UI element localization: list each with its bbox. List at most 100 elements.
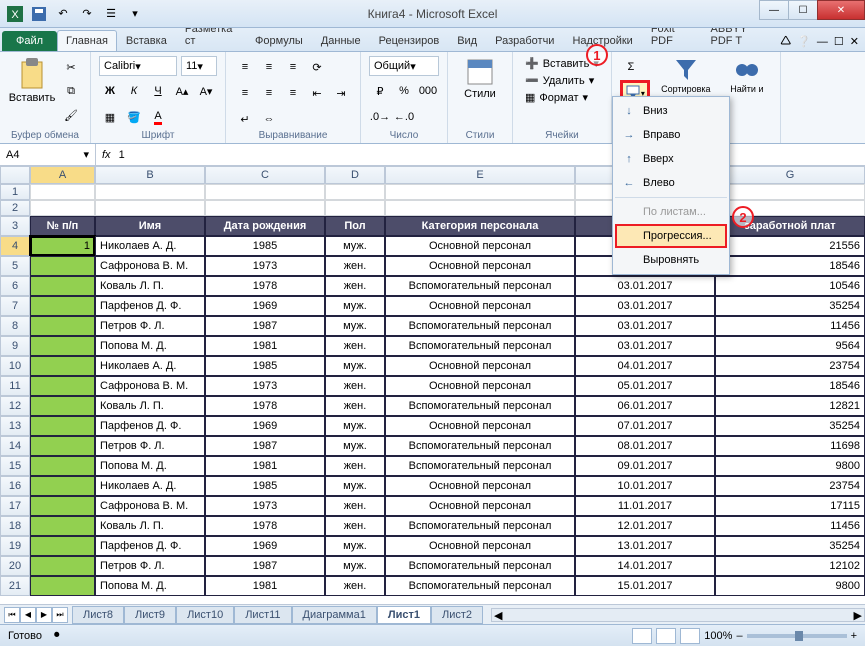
cell[interactable]: Вспомогательный персонал [385,436,575,456]
sort-filter-button[interactable]: Сортировка [656,56,716,96]
name-box[interactable]: A4▾ [0,144,96,165]
row-header[interactable]: 14 [0,436,30,456]
cell[interactable]: 12102 [715,556,865,576]
formula-input[interactable]: 1 [119,149,125,161]
fill-up-item[interactable]: ↑Вверх [615,147,727,171]
cell[interactable]: 14.01.2017 [575,556,715,576]
cell[interactable]: 12821 [715,396,865,416]
zoom-out-button[interactable]: – [736,630,742,642]
cell[interactable] [30,356,95,376]
cell[interactable]: муж. [325,236,385,256]
mdi-min-icon[interactable]: — [817,36,828,48]
cell[interactable] [385,184,575,200]
cell[interactable]: 1973 [205,256,325,276]
indent-dec-icon[interactable]: ⇤ [306,82,328,104]
cell[interactable]: 35254 [715,296,865,316]
col-header-A[interactable]: A [30,166,95,184]
cell[interactable]: Коваль Л. П. [95,396,205,416]
cell[interactable]: муж. [325,556,385,576]
cell[interactable]: 03.01.2017 [575,316,715,336]
cell[interactable]: жен. [325,456,385,476]
font-size-select[interactable]: 11 ▾ [181,56,217,76]
find-select-button[interactable]: Найти и [722,56,772,96]
cell[interactable]: Основной персонал [385,296,575,316]
view-normal-icon[interactable] [632,628,652,644]
cell[interactable] [30,316,95,336]
copy-icon[interactable]: ⧉ [60,80,82,102]
shrink-font-icon[interactable]: A▾ [195,80,217,102]
cell[interactable]: Сафронова В. М. [95,496,205,516]
format-cells-button[interactable]: ▦Формат ▾ [521,90,592,105]
cell[interactable]: 9800 [715,576,865,596]
sheet-tab[interactable]: Лист2 [431,606,483,624]
row-header[interactable]: 2 [0,200,30,216]
header-cell[interactable]: Дата рождения [205,216,325,236]
tab-home[interactable]: Главная [57,30,117,51]
cell[interactable]: 03.01.2017 [575,296,715,316]
row-header[interactable]: 21 [0,576,30,596]
cell[interactable]: 10546 [715,276,865,296]
cell[interactable]: 1969 [205,416,325,436]
view-layout-icon[interactable] [656,628,676,644]
cell[interactable]: 1 [30,236,95,256]
fill-left-item[interactable]: ←Влево [615,171,727,195]
cell[interactable]: 1969 [205,296,325,316]
tab-developer[interactable]: Разработчи [486,30,563,51]
cell[interactable]: Основной персонал [385,256,575,276]
redo-icon[interactable]: ↷ [76,3,98,25]
sheet-nav-first[interactable]: ⏮ [4,607,20,623]
cell[interactable]: Основной персонал [385,476,575,496]
tab-insert[interactable]: Вставка [117,30,176,51]
cell[interactable] [30,396,95,416]
cell[interactable]: Основной персонал [385,536,575,556]
cell[interactable] [205,184,325,200]
cell[interactable]: жен. [325,496,385,516]
zoom-level[interactable]: 100% [704,630,732,642]
cell[interactable] [715,184,865,200]
cell[interactable] [30,276,95,296]
undo-icon[interactable]: ↶ [52,3,74,25]
cell[interactable]: 11.01.2017 [575,496,715,516]
cell[interactable]: муж. [325,316,385,336]
paste-button[interactable]: Вставить [8,56,56,106]
cell[interactable]: Основной персонал [385,376,575,396]
cell[interactable]: Петров Ф. Л. [95,436,205,456]
format-painter-icon[interactable]: 🖌 [60,104,82,126]
header-cell[interactable]: № п/п [30,216,95,236]
cell[interactable] [205,200,325,216]
grow-font-icon[interactable]: A▴ [171,80,193,102]
styles-button[interactable]: Стили [456,56,504,102]
cell[interactable]: Николаев А. Д. [95,356,205,376]
cell[interactable] [30,496,95,516]
cell[interactable]: Вспомогательный персонал [385,276,575,296]
cell[interactable]: жен. [325,396,385,416]
qa-sort-icon[interactable]: ☰ [100,3,122,25]
indent-inc-icon[interactable]: ⇥ [330,82,352,104]
cell[interactable] [325,184,385,200]
delete-cells-button[interactable]: ➖Удалить ▾ [521,73,598,88]
cell[interactable]: Основной персонал [385,356,575,376]
cell[interactable] [30,200,95,216]
align-right-icon[interactable]: ≡ [282,82,304,104]
row-header[interactable]: 12 [0,396,30,416]
cell[interactable]: 1987 [205,556,325,576]
cell[interactable]: 1985 [205,476,325,496]
currency-icon[interactable]: ₽ [369,80,391,102]
fill-down-item[interactable]: ↓Вниз [615,99,727,123]
cell[interactable]: жен. [325,516,385,536]
cut-icon[interactable]: ✂ [60,56,82,78]
orientation-icon[interactable]: ⟳ [306,56,328,78]
tab-view[interactable]: Вид [448,30,486,51]
cell[interactable]: Основной персонал [385,416,575,436]
cell[interactable]: Основной персонал [385,496,575,516]
cell[interactable]: 1973 [205,496,325,516]
cell[interactable]: Петров Ф. Л. [95,316,205,336]
cell[interactable] [30,336,95,356]
cell[interactable]: муж. [325,436,385,456]
cell[interactable]: 1973 [205,376,325,396]
border-icon[interactable]: ▦ [99,106,121,128]
mdi-restore-icon[interactable]: ☐ [834,35,844,48]
cell[interactable]: 9564 [715,336,865,356]
tab-formulas[interactable]: Формулы [246,30,312,51]
cell[interactable] [325,200,385,216]
